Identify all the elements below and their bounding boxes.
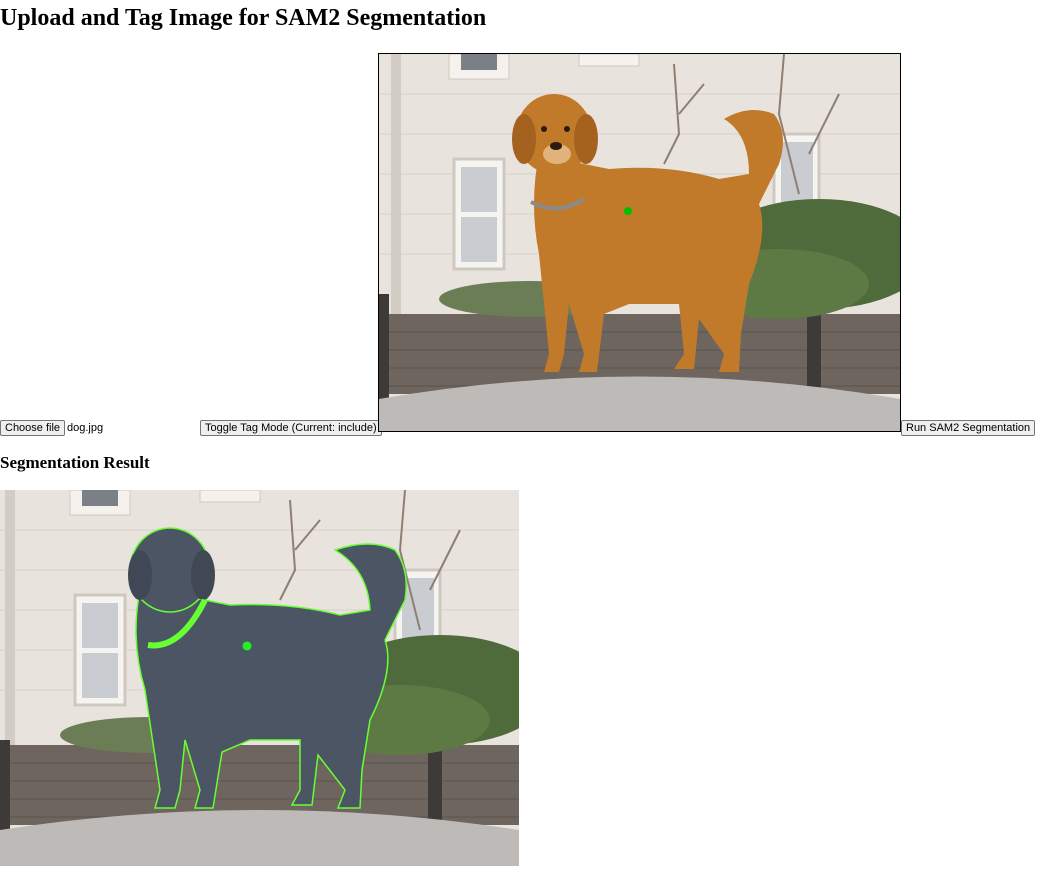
segmented-dog-photo [0, 490, 519, 866]
toggle-tag-mode-button[interactable]: Toggle Tag Mode (Current: include) [200, 420, 382, 436]
result-heading: Segmentation Result [0, 453, 150, 472]
dog-photo [379, 54, 900, 431]
run-segmentation-button[interactable]: Run SAM2 Segmentation [901, 420, 1036, 436]
image-tag-canvas[interactable] [378, 53, 901, 432]
result-tag-point [242, 641, 252, 651]
include-tag-point[interactable] [624, 207, 632, 215]
segmentation-result-image [0, 490, 519, 866]
selected-file-name: dog.jpg [67, 422, 104, 434]
page-title: Upload and Tag Image for SAM2 Segmentati… [0, 5, 487, 31]
choose-file-button[interactable]: Choose file [0, 420, 66, 436]
